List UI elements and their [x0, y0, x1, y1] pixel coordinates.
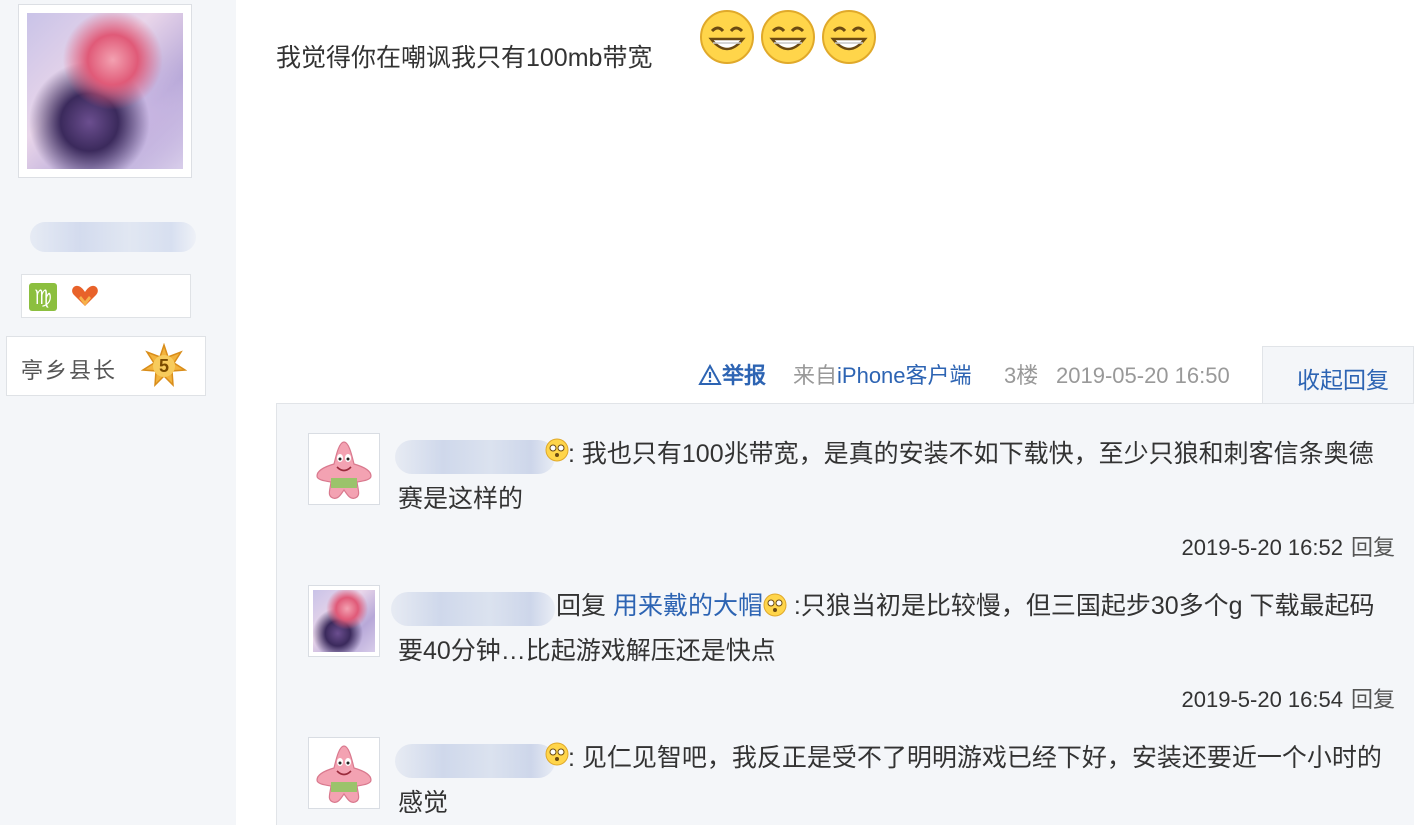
- reply-avatar[interactable]: [308, 737, 380, 809]
- patrick-star-avatar: [309, 738, 379, 808]
- source-prefix: 来自: [793, 363, 838, 388]
- source-client-link[interactable]: iPhone客户端: [837, 363, 972, 388]
- reply-text: : 见仁见智吧，我反正是受不了明明游戏已经下好，安装还要近一个小时的感觉: [398, 744, 1382, 817]
- grin-emoji-icon: [822, 10, 876, 64]
- patrick-star-avatar: [309, 434, 379, 504]
- heart-hands-icon[interactable]: [70, 284, 100, 308]
- report-label: 举报: [722, 363, 767, 388]
- virgo-icon[interactable]: ♍: [29, 283, 57, 311]
- collapse-replies-label: 收起回复: [1297, 367, 1389, 393]
- warning-icon: [698, 363, 722, 385]
- reply-time: 2019-5-20 16:54: [1181, 687, 1343, 712]
- floor-number: 3楼: [1004, 363, 1039, 388]
- reply-text: : 我也只有100兆带宽，是真的安装不如下载快，至少只狼和刺客信条奥德赛是这样的: [398, 440, 1374, 513]
- author-avatar[interactable]: [18, 4, 192, 178]
- badge-row: ♍: [21, 274, 191, 318]
- reply-button[interactable]: 回复: [1351, 535, 1395, 560]
- collapse-replies-tab[interactable]: 收起回复: [1262, 346, 1414, 404]
- reply-button[interactable]: 回复: [1351, 687, 1395, 712]
- grin-emoji-icon: [761, 10, 815, 64]
- reply-avatar-image: [313, 590, 375, 652]
- reply-avatar[interactable]: [308, 433, 380, 505]
- reply-time: 2019-5-20 16:52: [1181, 535, 1343, 560]
- author-name-blurred[interactable]: [30, 222, 196, 252]
- reply-meta: 2019-5-20 16:52 回复: [1182, 530, 1395, 562]
- post-date: 2019-05-20 16:50: [1056, 363, 1230, 388]
- report-button[interactable]: 举报: [698, 358, 766, 394]
- post-source: 来自iPhone客户端: [793, 358, 972, 394]
- dazed-emoji-icon: [763, 593, 787, 617]
- reply-avatar[interactable]: [308, 585, 380, 657]
- reply-text: 回复 用来戴的大帽 :只狼当初是比较慢，但三国起步30多个g 下载最起码要40分…: [398, 584, 1398, 674]
- author-sidebar: ♍ 亭乡县长 5: [0, 0, 236, 825]
- post-content: 我觉得你在嘲讽我只有100mb带宽: [276, 44, 653, 72]
- reply-body: :只狼当初是比较慢，但三国起步30多个g 下载最起码要40分钟…比起游戏解压还是…: [398, 592, 1375, 665]
- grin-emoji-icon: [700, 10, 754, 64]
- reply-to-user-link[interactable]: 用来戴的大帽: [613, 592, 763, 620]
- reply-panel: : 我也只有100兆带宽，是真的安装不如下载快，至少只狼和刺客信条奥德赛是这样的…: [276, 403, 1414, 825]
- reply-meta: 2019-5-20 16:54 回复: [1182, 682, 1395, 714]
- post-meta: 举报 来自iPhone客户端 3楼 2019-05-20 16:50: [0, 358, 1262, 394]
- avatar-image: [27, 13, 183, 169]
- reply-prefix: 回复: [556, 592, 613, 620]
